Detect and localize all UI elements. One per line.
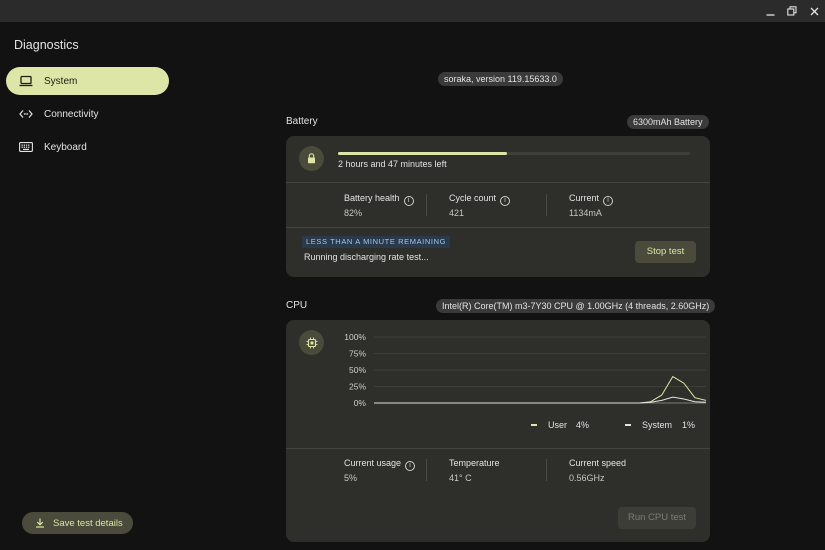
current-speed-value: 0.56GHz (569, 473, 605, 483)
run-cpu-test-button[interactable]: Run CPU test (618, 507, 696, 529)
legend-user-label: User (548, 420, 568, 430)
stat-separator (426, 459, 427, 481)
stat-separator (426, 194, 427, 216)
y-tick-label: 75% (349, 349, 366, 359)
current-label: Current i (569, 193, 614, 206)
stop-test-button[interactable]: Stop test (635, 241, 696, 263)
cycle-count-label: Cycle count i (449, 193, 511, 206)
info-icon[interactable]: i (403, 196, 414, 206)
title-bar (0, 0, 825, 22)
stat-separator (546, 459, 547, 481)
sidebar-item-keyboard[interactable]: Keyboard (6, 133, 169, 161)
save-test-details-button[interactable]: Save test details (22, 512, 133, 534)
status-badge: LESS THAN A MINUTE REMAINING (302, 236, 451, 248)
divider (286, 448, 710, 449)
current-usage-value: 5% (344, 473, 358, 483)
battery-charge-fill (338, 152, 507, 155)
info-icon[interactable]: i (603, 196, 614, 206)
laptop-icon (19, 74, 33, 88)
cycle-count-value: 421 (449, 208, 465, 218)
legend-user-value: 4% (576, 420, 590, 430)
info-icon[interactable]: i (500, 196, 511, 206)
save-button-label: Save test details (53, 517, 123, 529)
battery-health-value: 82% (344, 208, 363, 218)
close-icon[interactable] (807, 4, 821, 18)
info-icon[interactable]: i (405, 461, 416, 471)
battery-capacity-chip: 6300mAh Battery (627, 115, 709, 129)
battery-card: 2 hours and 47 minutes left Battery heal… (286, 136, 710, 277)
app-title: Diagnostics (14, 38, 79, 52)
code-arrows-icon (19, 107, 33, 121)
minimize-icon[interactable] (763, 4, 777, 18)
sidebar-item-connectivity[interactable]: Connectivity (6, 100, 169, 128)
current-speed-label: Current speed (569, 458, 627, 468)
cpu-section-title: CPU (286, 300, 308, 311)
current-value: 1134mA (569, 208, 602, 218)
stat-separator (546, 194, 547, 216)
version-chip: soraka, version 119.15633.0 (438, 72, 563, 86)
battery-charge-bar (338, 152, 690, 155)
battery-test-status: Running discharging rate test... (304, 252, 429, 262)
y-tick-label: 25% (349, 382, 366, 392)
y-tick-label: 100% (344, 332, 366, 342)
legend-system-label: System (642, 420, 673, 430)
sidebar-item-label: Keyboard (44, 141, 87, 153)
keyboard-icon (19, 140, 33, 154)
legend-swatch-user (531, 424, 537, 426)
battery-section-title: Battery (286, 116, 318, 127)
temperature-value: 41° C (449, 473, 472, 483)
divider (286, 227, 710, 228)
legend-swatch-system (625, 424, 631, 426)
y-tick-label: 0% (354, 398, 367, 408)
legend-system-value: 1% (682, 420, 696, 430)
sidebar-item-label: System (44, 75, 78, 87)
temperature-label: Temperature (449, 458, 500, 468)
y-tick-label: 50% (349, 365, 366, 375)
cpu-model-chip: Intel(R) Core(TM) m3-7Y30 CPU @ 1.00GHz … (436, 299, 716, 313)
maximize-icon[interactable] (785, 4, 799, 18)
current-usage-label: Current usage i (344, 458, 416, 471)
battery-time-left: 2 hours and 47 minutes left (338, 159, 447, 169)
battery-lock-icon (299, 146, 324, 171)
divider (286, 182, 710, 183)
battery-health-label: Battery health i (344, 193, 414, 206)
download-icon (35, 518, 45, 528)
sidebar-item-label: Connectivity (44, 108, 99, 120)
series-line-user (374, 375, 707, 404)
sidebar-item-system[interactable]: System (6, 67, 169, 95)
cpu-card: 100% 75% 50% 25% 0% User 4% System 1% Curren… (286, 320, 710, 542)
